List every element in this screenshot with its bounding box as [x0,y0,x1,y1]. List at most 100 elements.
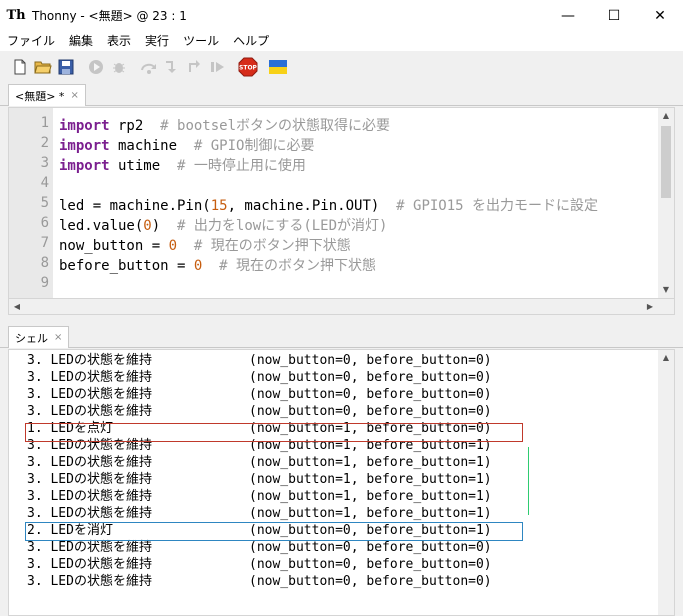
window-title: Thonny - <無題> @ 23 : 1 [32,9,187,23]
keyword: import [59,118,110,134]
number-literal: 0 [143,218,152,234]
menu-run[interactable]: 実行 [138,31,176,51]
shell-values-text: (now_button=0, before_button=0) [249,387,492,402]
debug-icon[interactable] [108,56,130,78]
step-into-icon[interactable] [161,56,183,78]
editor-vertical-scrollbar[interactable]: ▲ ▼ [658,108,674,298]
scroll-right-icon[interactable]: ▶ [642,299,658,314]
resume-icon[interactable] [207,56,229,78]
keyword: import [59,158,110,174]
shell-output-line: 3. LEDの状態を維持 (now_button=0, before_button… [27,403,667,420]
comment: # 現在のボタン押下状態 [193,238,351,254]
shell-values-text: (now_button=1, before_button=1) [249,489,492,504]
line-number: 4 [40,175,49,191]
code-editor[interactable]: 1 2 3 4 5 6 7 8 9 import rp2 # bootselボタ… [8,107,675,299]
tab-close-icon[interactable]: × [54,332,62,343]
close-button[interactable]: ✕ [637,0,683,31]
shell-status-text: 3. LEDの状態を維持 [27,574,152,589]
shell-output-line: 3. LEDの状態を維持 (now_button=0, before_button… [27,352,667,369]
shell-output-line: 3. LEDの状態を維持 (now_button=0, before_button… [27,556,667,573]
editor-horizontal-scrollbar[interactable]: ◀ ▶ [8,299,675,315]
shell-tab-bar: シェル × [0,326,683,348]
toolbar: STOP [0,51,683,83]
shell-output-line: 3. LEDの状態を維持 (now_button=1, before_button… [27,454,667,471]
shell-output-line: 3. LEDの状態を維持 (now_button=0, before_button… [27,539,667,556]
title-bar: Th Thonny - <無題> @ 23 : 1 — ☐ ✕ [0,0,683,31]
run-icon[interactable] [85,56,107,78]
tab-untitled[interactable]: <無題> * × [8,84,86,106]
shell-values-text: (now_button=0, before_button=0) [249,574,492,589]
menu-tools[interactable]: ツール [176,31,226,51]
shell-values-text: (now_button=0, before_button=0) [249,353,492,368]
menu-edit[interactable]: 編集 [62,31,100,51]
thonny-app-icon: Th [6,8,26,23]
line-number: 8 [40,255,49,271]
code-text: led.value( [59,218,144,234]
shell-values-text: (now_button=0, before_button=0) [249,540,492,555]
shell-values-text: (now_button=1, before_button=1) [249,472,492,487]
scroll-up-icon[interactable]: ▲ [658,108,674,124]
shell-panel[interactable]: 3. LEDの状態を維持 (now_button=0, before_button… [8,349,675,616]
line-number: 9 [40,275,49,291]
shell-status-text: 3. LEDの状態を維持 [27,557,152,572]
scroll-up-icon[interactable]: ▲ [658,350,674,366]
line-number: 3 [40,155,49,171]
code-line: led = machine.Pin(15, machine.Pin.OUT) #… [59,195,598,215]
menu-file[interactable]: ファイル [0,31,62,51]
shell-status-text: 3. LEDの状態を維持 [27,353,152,368]
code-text: before_button = [59,258,194,274]
shell-output-line: 3. LEDの状態を維持 (now_button=0, before_button… [27,369,667,386]
menu-view[interactable]: 表示 [100,31,138,51]
code-text: machine [109,138,194,154]
new-file-icon[interactable] [9,56,31,78]
step-over-icon[interactable] [138,56,160,78]
tab-untitled-label: <無題> * [15,89,65,103]
shell-output-line: 3. LEDの状態を維持 (now_button=1, before_button… [27,505,667,522]
menu-help[interactable]: ヘルプ [226,31,276,51]
step-out-icon[interactable] [184,56,206,78]
shell-values-text: (now_button=0, before_button=0) [249,370,492,385]
save-icon[interactable] [55,56,77,78]
code-text: , machine.Pin.OUT) [227,198,397,214]
line-number: 1 [40,115,49,131]
shell-status-text: 3. LEDの状態を維持 [27,387,152,402]
comment: # 現在のボタン押下状態 [219,258,377,274]
ukraine-flag-icon[interactable] [267,56,289,78]
number-literal: 15 [210,198,228,214]
shell-output-line: 3. LEDの状態を維持 (now_button=1, before_button… [27,471,667,488]
shell-output-line: 3. LEDの状態を維持 (now_button=0, before_button… [27,386,667,403]
code-text: now_button = [59,238,169,254]
editor-tab-bar: <無題> * × [0,84,683,106]
line-number: 6 [40,215,49,231]
maximize-button[interactable]: ☐ [591,0,637,31]
line-number-gutter: 1 2 3 4 5 6 7 8 9 [9,108,53,298]
scroll-left-icon[interactable]: ◀ [9,299,25,314]
comment: # bootselボタンの状態取得に必要 [160,118,391,134]
shell-status-text: 3. LEDの状態を維持 [27,489,152,504]
code-line: now_button = 0 # 現在のボタン押下状態 [59,235,351,255]
line-number: 7 [40,235,49,251]
stop-icon[interactable]: STOP [237,56,259,78]
tab-shell-label: シェル [15,331,48,345]
shell-status-text: 3. LEDの状態を維持 [27,540,152,555]
tab-shell[interactable]: シェル × [8,326,70,348]
code-line: import utime # 一時停止用に使用 [59,155,306,175]
open-folder-icon[interactable] [32,56,54,78]
keyword: import [59,138,110,154]
highlight-box-blue [25,522,523,541]
shell-status-text: 3. LEDの状態を維持 [27,506,152,521]
code-line: import rp2 # bootselボタンの状態取得に必要 [59,115,390,135]
line-number: 5 [40,195,49,211]
highlight-box-red [25,423,523,442]
code-text: utime [109,158,178,174]
shell-output-line: 3. LEDの状態を維持 (now_button=0, before_button… [27,573,667,590]
number-literal: 0 [168,238,178,254]
shell-values-text: (now_button=0, before_button=0) [249,404,492,419]
shell-vertical-scrollbar[interactable]: ▲ [658,350,674,615]
scroll-down-icon[interactable]: ▼ [658,282,674,298]
code-line: led.value(0) # 出力をlowにする(LEDが消灯) [59,215,387,235]
scroll-thumb[interactable] [661,126,671,198]
menu-bar: ファイル 編集 表示 実行 ツール ヘルプ [0,31,683,51]
minimize-button[interactable]: — [545,0,591,31]
tab-close-icon[interactable]: × [70,90,78,101]
